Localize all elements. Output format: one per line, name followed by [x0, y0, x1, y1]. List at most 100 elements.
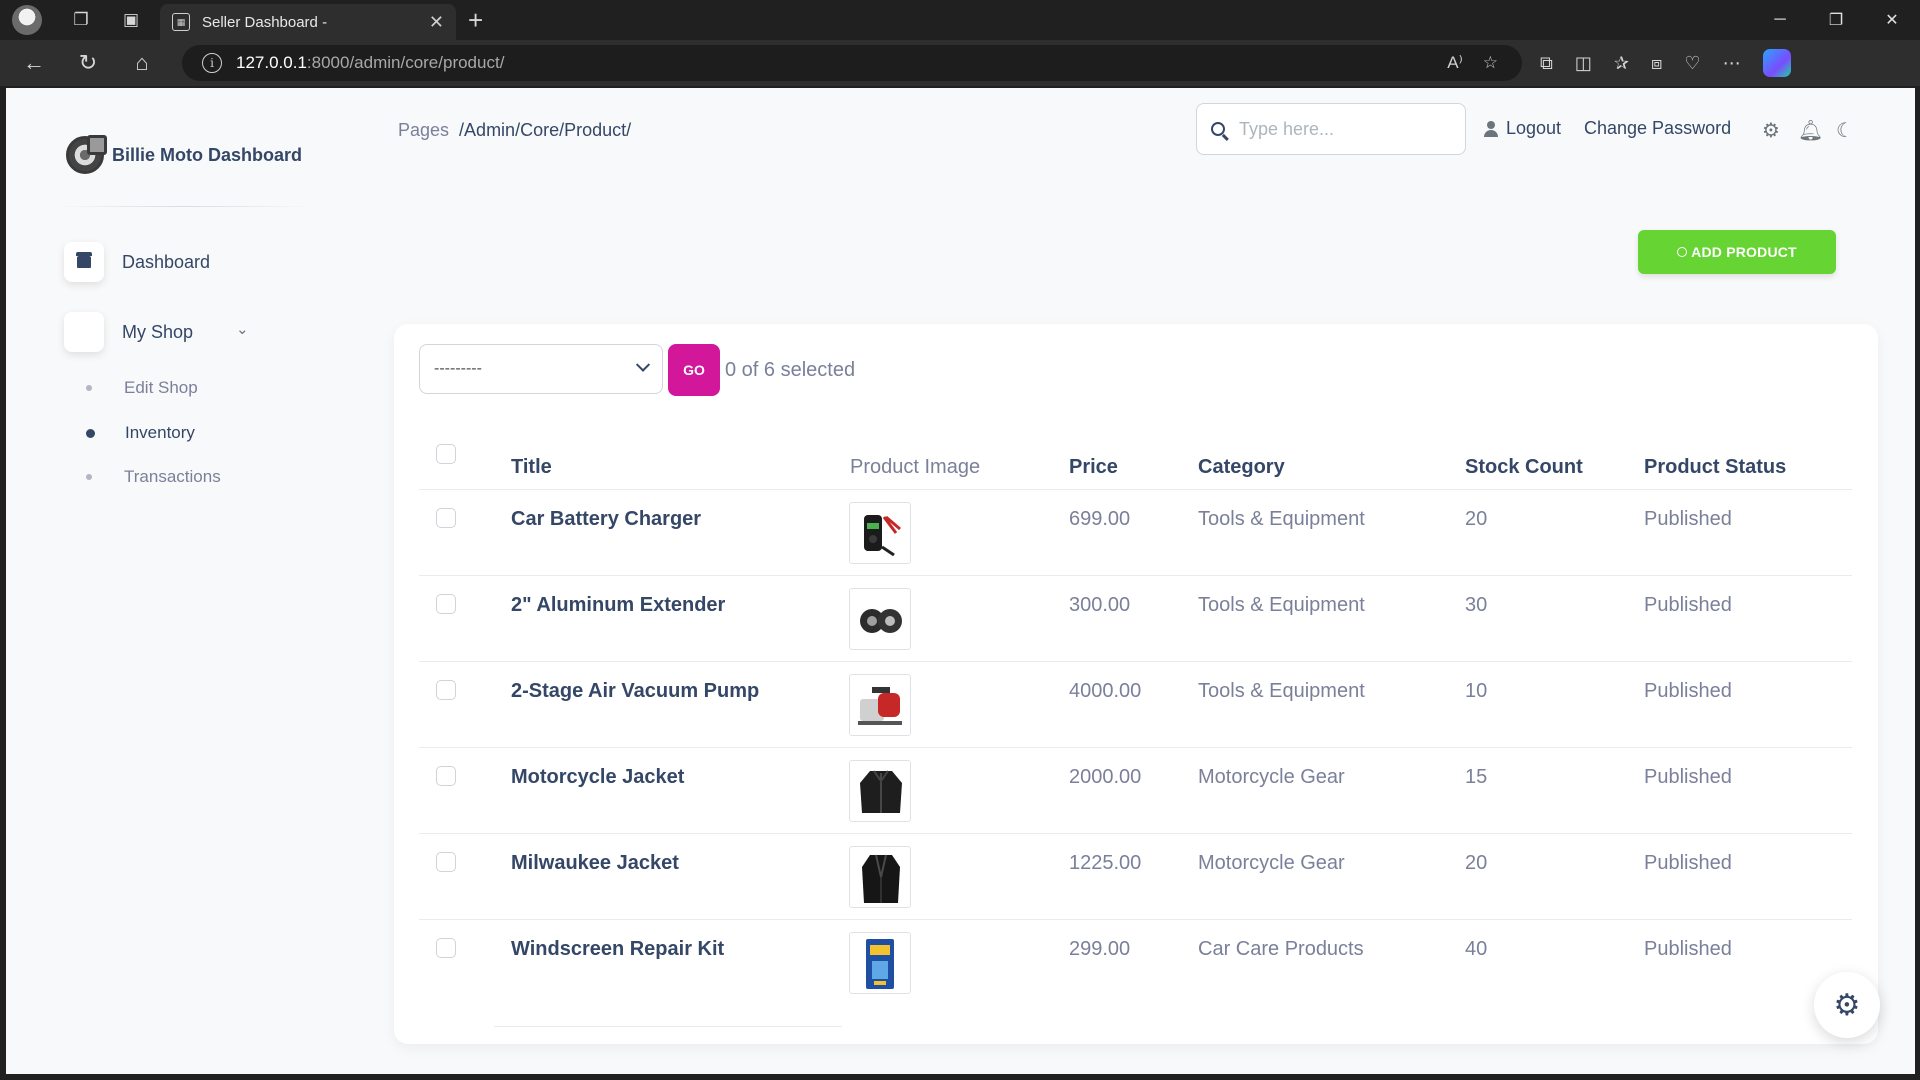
restore-icon[interactable]: ❐ — [1808, 0, 1864, 40]
read-aloud-icon[interactable]: A⁾ — [1447, 53, 1463, 73]
sidebar-subitem-inventory[interactable]: Inventory — [86, 423, 195, 443]
row-checkbox[interactable] — [436, 508, 456, 528]
bulk-action-value: --------- — [434, 360, 482, 377]
stock-count: 30 — [1465, 594, 1488, 616]
sidebar-item-my-shop[interactable]: My Shop — [64, 312, 193, 352]
product-title-link[interactable]: Milwaukee Jacket — [511, 852, 679, 875]
product-status: Published — [1644, 938, 1732, 960]
product-title-link[interactable]: Motorcycle Jacket — [511, 766, 684, 789]
chevron-down-icon[interactable]: ⌄ — [236, 320, 249, 338]
moon-icon[interactable]: ☾ — [1836, 118, 1854, 143]
row-checkbox[interactable] — [436, 680, 456, 700]
milwaukee-jacket-thumbnail[interactable] — [849, 846, 911, 908]
column-header-stock-count[interactable]: Stock Count — [1465, 456, 1583, 479]
browser-toolbar-icons: ⧉ ◫ ✰ ⧈ ♡ ⋯ — [1540, 40, 1791, 86]
logout-label: Logout — [1506, 118, 1562, 138]
row-checkbox[interactable] — [436, 594, 456, 614]
favorites-icon[interactable]: ✰ — [1614, 53, 1629, 74]
browser-essentials-icon[interactable]: ♡ — [1684, 53, 1700, 74]
bulk-action-select[interactable]: --------- — [419, 344, 663, 394]
search-icon — [1211, 122, 1225, 136]
settings-fab[interactable]: ⚙ — [1814, 972, 1880, 1038]
select-all-checkbox[interactable] — [436, 444, 456, 464]
plus-circle-icon — [1677, 247, 1688, 257]
table-row: Motorcycle Jacket 2000.00 Motorcycle Gea… — [419, 748, 1852, 834]
browser-tab[interactable]: ▦ Seller Dashboard - ✕ — [160, 4, 456, 40]
back-icon[interactable]: ← — [14, 43, 54, 83]
category: Motorcycle Gear — [1198, 852, 1345, 874]
store-icon — [76, 252, 92, 268]
product-title-link[interactable]: 2" Aluminum Extender — [511, 594, 725, 617]
extensions-icon[interactable]: ⧉ — [1540, 53, 1553, 74]
product-title-link[interactable]: 2-Stage Air Vacuum Pump — [511, 680, 759, 703]
column-header-product-image: Product Image — [850, 456, 981, 478]
tab-favicon-icon: ▦ — [172, 13, 190, 31]
product-status: Published — [1644, 766, 1732, 788]
window-close-icon[interactable]: ✕ — [1864, 0, 1920, 40]
more-icon[interactable]: ⋯ — [1723, 53, 1741, 74]
row-checkbox[interactable] — [436, 766, 456, 786]
windscreen-kit-thumbnail[interactable] — [849, 932, 911, 994]
bullet — [86, 385, 92, 391]
sidebar-subitem-edit-shop[interactable]: Edit Shop — [86, 378, 198, 398]
reload-icon[interactable]: ↻ — [68, 43, 108, 83]
column-header-category[interactable]: Category — [1198, 456, 1285, 479]
breadcrumb-root[interactable]: Pages — [398, 120, 449, 141]
product-title-link[interactable]: Car Battery Charger — [511, 508, 701, 531]
workspaces-icon[interactable]: ❐ — [66, 5, 96, 35]
category: Motorcycle Gear — [1198, 766, 1345, 788]
brand-name: Billie Moto Dashboard — [112, 144, 303, 165]
vacuum-pump-thumbnail[interactable] — [849, 674, 911, 736]
row-checkbox[interactable] — [436, 938, 456, 958]
home-icon[interactable]: ⌂ — [122, 43, 162, 83]
price: 300.00 — [1069, 594, 1131, 616]
aluminum-extender-thumbnail[interactable] — [849, 588, 911, 650]
stock-count: 20 — [1465, 508, 1488, 530]
category: Tools & Equipment — [1198, 594, 1365, 616]
stock-count: 10 — [1465, 680, 1488, 702]
sidebar-subitem-transactions[interactable]: Transactions — [86, 467, 221, 487]
price: 1225.00 — [1069, 852, 1142, 874]
table-row: 2" Aluminum Extender 300.00 Tools & Equi… — [419, 576, 1852, 662]
stock-count: 20 — [1465, 852, 1488, 874]
table-row: Windscreen Repair Kit 299.00 Car Care Pr… — [419, 920, 1852, 1006]
motorcycle-jacket-thumbnail[interactable] — [849, 760, 911, 822]
breadcrumb: Pages /Admin/Core/Product/ — [398, 120, 631, 141]
change-password-link[interactable]: Change Password — [1584, 118, 1731, 139]
copilot-icon[interactable] — [1762, 49, 1791, 77]
logout-link[interactable]: Logout — [1484, 118, 1561, 139]
favorite-star-icon[interactable]: ☆ — [1483, 53, 1498, 73]
sidebar-item-dashboard[interactable]: Dashboard — [64, 242, 210, 282]
minimize-icon[interactable]: ─ — [1752, 0, 1808, 40]
column-header-title[interactable]: Title — [511, 456, 552, 479]
split-screen-icon[interactable]: ◫ — [1575, 53, 1592, 74]
add-product-button[interactable]: ADD PRODUCT — [1638, 230, 1836, 274]
sidebar-item-label: My Shop — [122, 321, 194, 342]
row-checkbox[interactable] — [436, 852, 456, 872]
tab-actions-icon[interactable]: ▣ — [116, 5, 146, 35]
collections-icon[interactable]: ⧈ — [1651, 53, 1662, 74]
tab-title: Seller Dashboard - — [202, 13, 328, 31]
page: Billie Moto Dashboard Dashboard My Shop … — [6, 88, 1915, 1074]
bell-icon[interactable]: 🔔︎ — [1798, 118, 1823, 143]
divider — [54, 206, 314, 207]
tab-close-icon[interactable]: ✕ — [429, 12, 444, 33]
gear-icon[interactable]: ⚙ — [1762, 118, 1780, 143]
url-field[interactable]: i 127.0.0.1 :8000/admin/core/product/ A⁾… — [182, 45, 1522, 81]
go-button[interactable]: GO — [668, 344, 720, 396]
profile-avatar-icon[interactable] — [12, 5, 42, 35]
battery-charger-thumbnail[interactable] — [849, 502, 911, 564]
search-input[interactable] — [1239, 118, 1439, 140]
product-title-link[interactable]: Windscreen Repair Kit — [511, 938, 724, 961]
brand[interactable]: Billie Moto Dashboard — [66, 135, 303, 174]
gear-icon: ⚙ — [1833, 988, 1861, 1022]
sidebar: Billie Moto Dashboard Dashboard My Shop … — [6, 88, 326, 1074]
category: Car Care Products — [1198, 938, 1364, 960]
sidebar-subitem-label: Transactions — [124, 467, 221, 486]
column-header-price[interactable]: Price — [1069, 456, 1118, 479]
breadcrumb-current: /Admin/Core/Product/ — [459, 120, 632, 140]
table-header: Title Product Image Price Category Stock… — [419, 436, 1852, 490]
new-tab-icon[interactable]: + — [468, 5, 483, 36]
column-header-product-status[interactable]: Product Status — [1644, 456, 1786, 479]
info-icon[interactable]: i — [202, 53, 222, 73]
